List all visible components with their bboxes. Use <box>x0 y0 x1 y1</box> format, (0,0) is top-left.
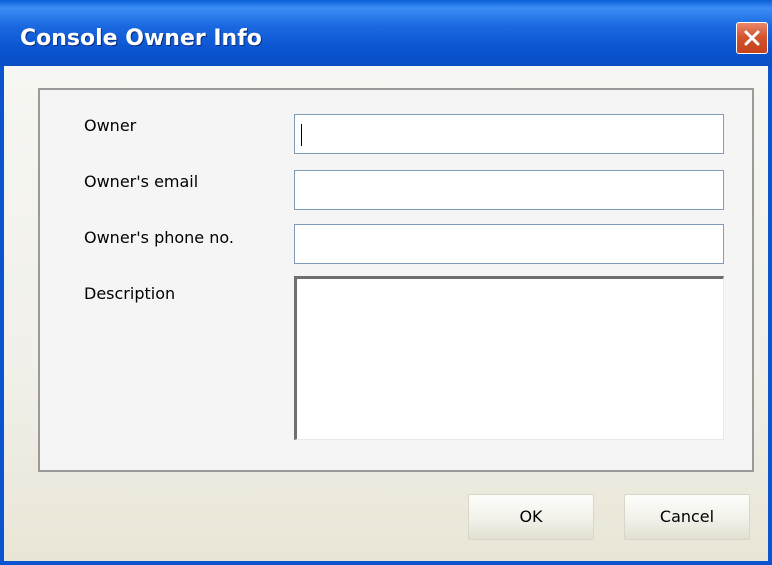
description-textarea[interactable] <box>294 276 724 440</box>
ok-button[interactable]: OK <box>468 494 594 540</box>
cancel-button[interactable]: Cancel <box>624 494 750 540</box>
owner-email-label: Owner's email <box>84 172 199 191</box>
close-button[interactable] <box>736 22 768 54</box>
close-icon <box>744 30 760 46</box>
dialog-window: Console Owner Info Owner Owner's email O… <box>0 0 772 565</box>
window-border-right <box>768 66 772 565</box>
window-border-bottom <box>0 561 772 565</box>
text-caret <box>301 124 302 146</box>
owner-input[interactable] <box>294 114 724 154</box>
owner-label: Owner <box>84 116 137 135</box>
owner-info-group: Owner Owner's email Owner's phone no. De… <box>38 88 754 472</box>
description-label: Description <box>84 284 176 303</box>
owner-email-input[interactable] <box>294 170 724 210</box>
owner-phone-label: Owner's phone no. <box>84 228 234 247</box>
owner-phone-input[interactable] <box>294 224 724 264</box>
window-title: Console Owner Info <box>20 26 262 51</box>
title-bar[interactable]: Console Owner Info <box>0 0 772 66</box>
dialog-body: Owner Owner's email Owner's phone no. De… <box>4 66 768 561</box>
